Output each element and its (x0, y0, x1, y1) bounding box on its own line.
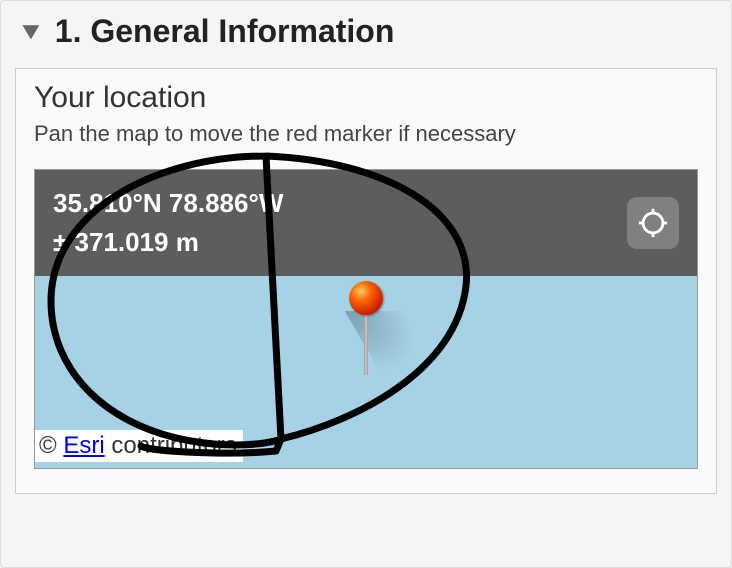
locate-button[interactable] (627, 197, 679, 249)
coords-line: 35.810°N 78.886°W (53, 184, 283, 223)
attribution-link[interactable]: Esri (63, 432, 104, 459)
map-canvas[interactable]: © Esri contributors (35, 276, 697, 462)
coords-bar: 35.810°N 78.886°W ± 371.019 m (35, 170, 697, 276)
attribution-suffix: contributors (105, 432, 237, 459)
crosshair-icon (636, 206, 670, 240)
panel: ▼ 1. General Information Your location P… (0, 0, 732, 568)
coords-text: 35.810°N 78.886°W ± 371.019 m (53, 184, 283, 262)
chevron-down-icon: ▼ (17, 18, 46, 46)
accuracy-line: ± 371.019 m (53, 223, 283, 262)
section-body: Your location Pan the map to move the re… (15, 68, 717, 494)
location-hint: Pan the map to move the red marker if ne… (34, 121, 698, 147)
map-pin-icon (349, 281, 383, 375)
section-title: 1. General Information (55, 13, 395, 50)
section-header[interactable]: ▼ 1. General Information (1, 1, 731, 68)
map-attribution: © Esri contributors (35, 430, 243, 462)
attribution-prefix: © (39, 432, 63, 459)
location-label: Your location (34, 81, 698, 115)
map-widget[interactable]: 35.810°N 78.886°W ± 371.019 m (34, 169, 698, 469)
